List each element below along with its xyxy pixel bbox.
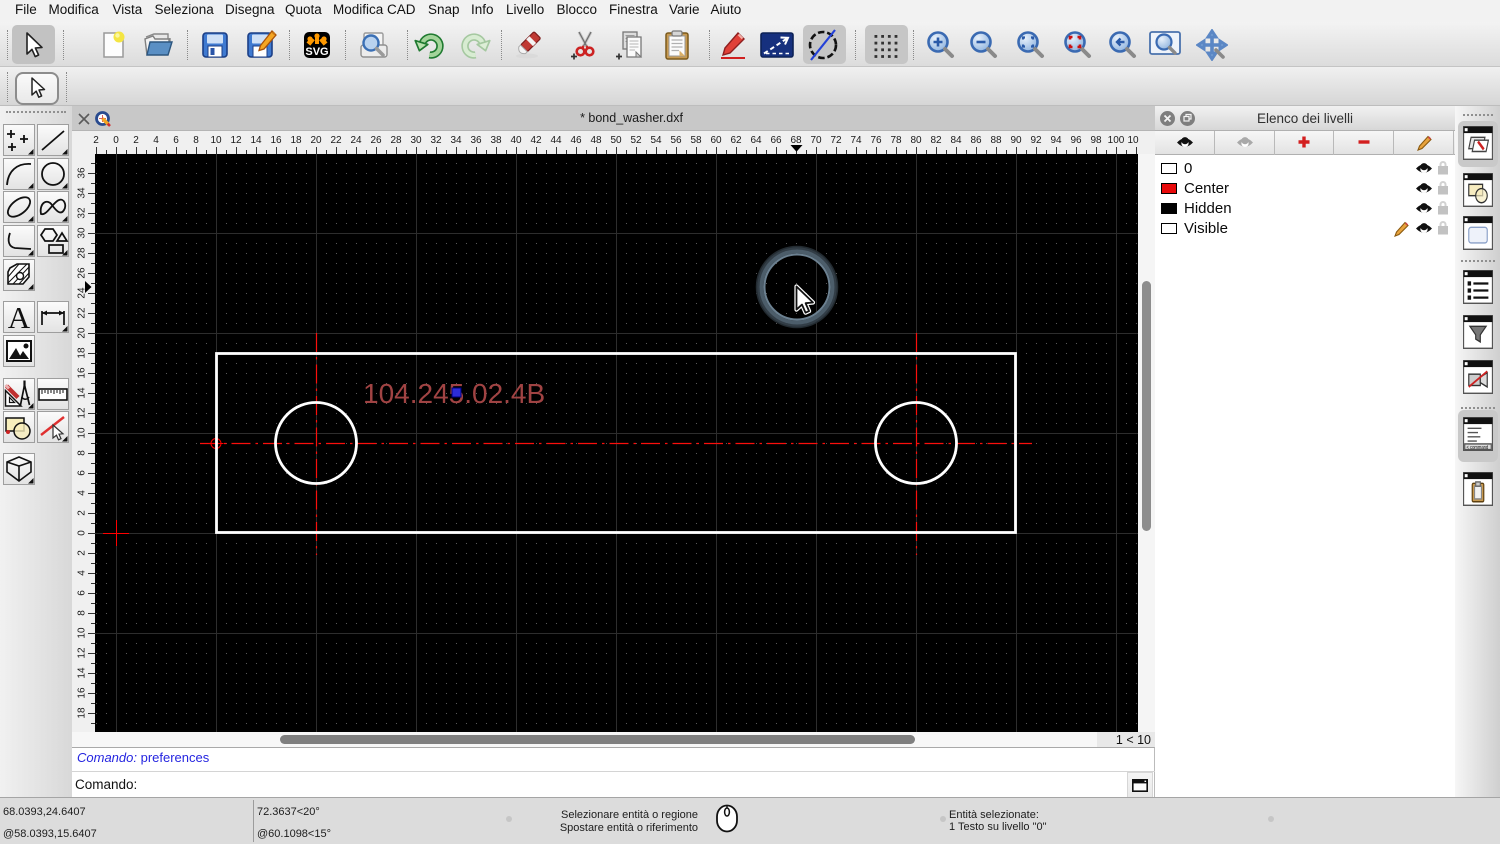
svg-text:10: 10	[77, 427, 88, 439]
svg-text:2: 2	[93, 135, 99, 146]
svg-text:48: 48	[590, 135, 602, 146]
svg-text:6: 6	[173, 135, 179, 146]
svg-text:60: 60	[710, 135, 722, 146]
svg-text:58: 58	[690, 135, 702, 146]
svg-text:1 < 10: 1 < 10	[1116, 733, 1151, 747]
svg-text:22: 22	[77, 307, 88, 319]
svg-text:30: 30	[77, 227, 88, 239]
svg-text:16: 16	[270, 135, 282, 146]
svg-text:86: 86	[970, 135, 982, 146]
svg-text:78: 78	[890, 135, 902, 146]
svg-text:28: 28	[77, 247, 88, 259]
svg-text:24: 24	[350, 135, 362, 146]
svg-text:30: 30	[410, 135, 422, 146]
svg-text:28: 28	[390, 135, 402, 146]
svg-text:6: 6	[77, 590, 88, 596]
svg-text:16: 16	[77, 687, 88, 699]
svg-text:64: 64	[750, 135, 762, 146]
svg-text:12: 12	[230, 135, 242, 146]
svg-text:2: 2	[77, 550, 88, 556]
svg-text:8: 8	[193, 135, 199, 146]
svg-text:SVG: SVG	[305, 46, 328, 58]
svg-text:A: A	[8, 301, 31, 333]
svg-text:90: 90	[1010, 135, 1022, 146]
svg-text:2: 2	[133, 135, 139, 146]
svg-text:14: 14	[77, 387, 88, 399]
svg-text:52: 52	[630, 135, 642, 146]
svg-text:44: 44	[550, 135, 562, 146]
svg-text:98: 98	[1090, 135, 1102, 146]
svg-text:0: 0	[77, 530, 88, 536]
svg-text:74: 74	[850, 135, 862, 146]
svg-text:72: 72	[830, 135, 842, 146]
svg-text:10: 10	[77, 627, 88, 639]
svg-text:4: 4	[77, 490, 88, 496]
svg-text:14: 14	[250, 135, 262, 146]
svg-text:4: 4	[153, 135, 159, 146]
svg-text:56: 56	[670, 135, 682, 146]
svg-text:18: 18	[77, 347, 88, 359]
svg-text:26: 26	[77, 267, 88, 279]
svg-text:32: 32	[77, 207, 88, 219]
svg-text:8: 8	[77, 610, 88, 616]
svg-text:40: 40	[510, 135, 522, 146]
svg-text:0: 0	[113, 135, 119, 146]
svg-text:6: 6	[77, 470, 88, 476]
svg-text:62: 62	[730, 135, 742, 146]
svg-text:82: 82	[930, 135, 942, 146]
svg-text:34: 34	[450, 135, 462, 146]
svg-text:68: 68	[790, 135, 802, 146]
svg-text:2: 2	[77, 510, 88, 516]
svg-text:54: 54	[650, 135, 662, 146]
svg-text:92: 92	[1030, 135, 1042, 146]
svg-text:12: 12	[77, 407, 88, 419]
svg-text:80: 80	[910, 135, 922, 146]
svg-text:66: 66	[770, 135, 782, 146]
svg-text:96: 96	[1070, 135, 1082, 146]
svg-text:100: 100	[1108, 135, 1125, 146]
svg-text:34: 34	[77, 187, 88, 199]
svg-text:36: 36	[470, 135, 482, 146]
svg-text:16: 16	[77, 367, 88, 379]
svg-text:38: 38	[490, 135, 502, 146]
svg-text:84: 84	[950, 135, 962, 146]
svg-text:14: 14	[77, 667, 88, 679]
svg-text:94: 94	[1050, 135, 1062, 146]
svg-text:36: 36	[77, 167, 88, 179]
svg-text:20: 20	[310, 135, 322, 146]
svg-text:8: 8	[77, 450, 88, 456]
svg-text:32: 32	[430, 135, 442, 146]
svg-text:10: 10	[210, 135, 222, 146]
svg-text:50: 50	[610, 135, 622, 146]
svg-text:20: 20	[77, 327, 88, 339]
svg-text:10: 10	[1127, 135, 1139, 146]
svg-text:18: 18	[290, 135, 302, 146]
svg-text:26: 26	[370, 135, 382, 146]
svg-text:18: 18	[77, 707, 88, 719]
svg-text:88: 88	[990, 135, 1002, 146]
svg-text:4: 4	[77, 570, 88, 576]
svg-text:42: 42	[530, 135, 542, 146]
svg-text:46: 46	[570, 135, 582, 146]
svg-text:12: 12	[77, 647, 88, 659]
svg-text:76: 76	[870, 135, 882, 146]
svg-text:22: 22	[330, 135, 342, 146]
svg-text:< command: < command	[1466, 445, 1488, 450]
svg-text:70: 70	[810, 135, 822, 146]
